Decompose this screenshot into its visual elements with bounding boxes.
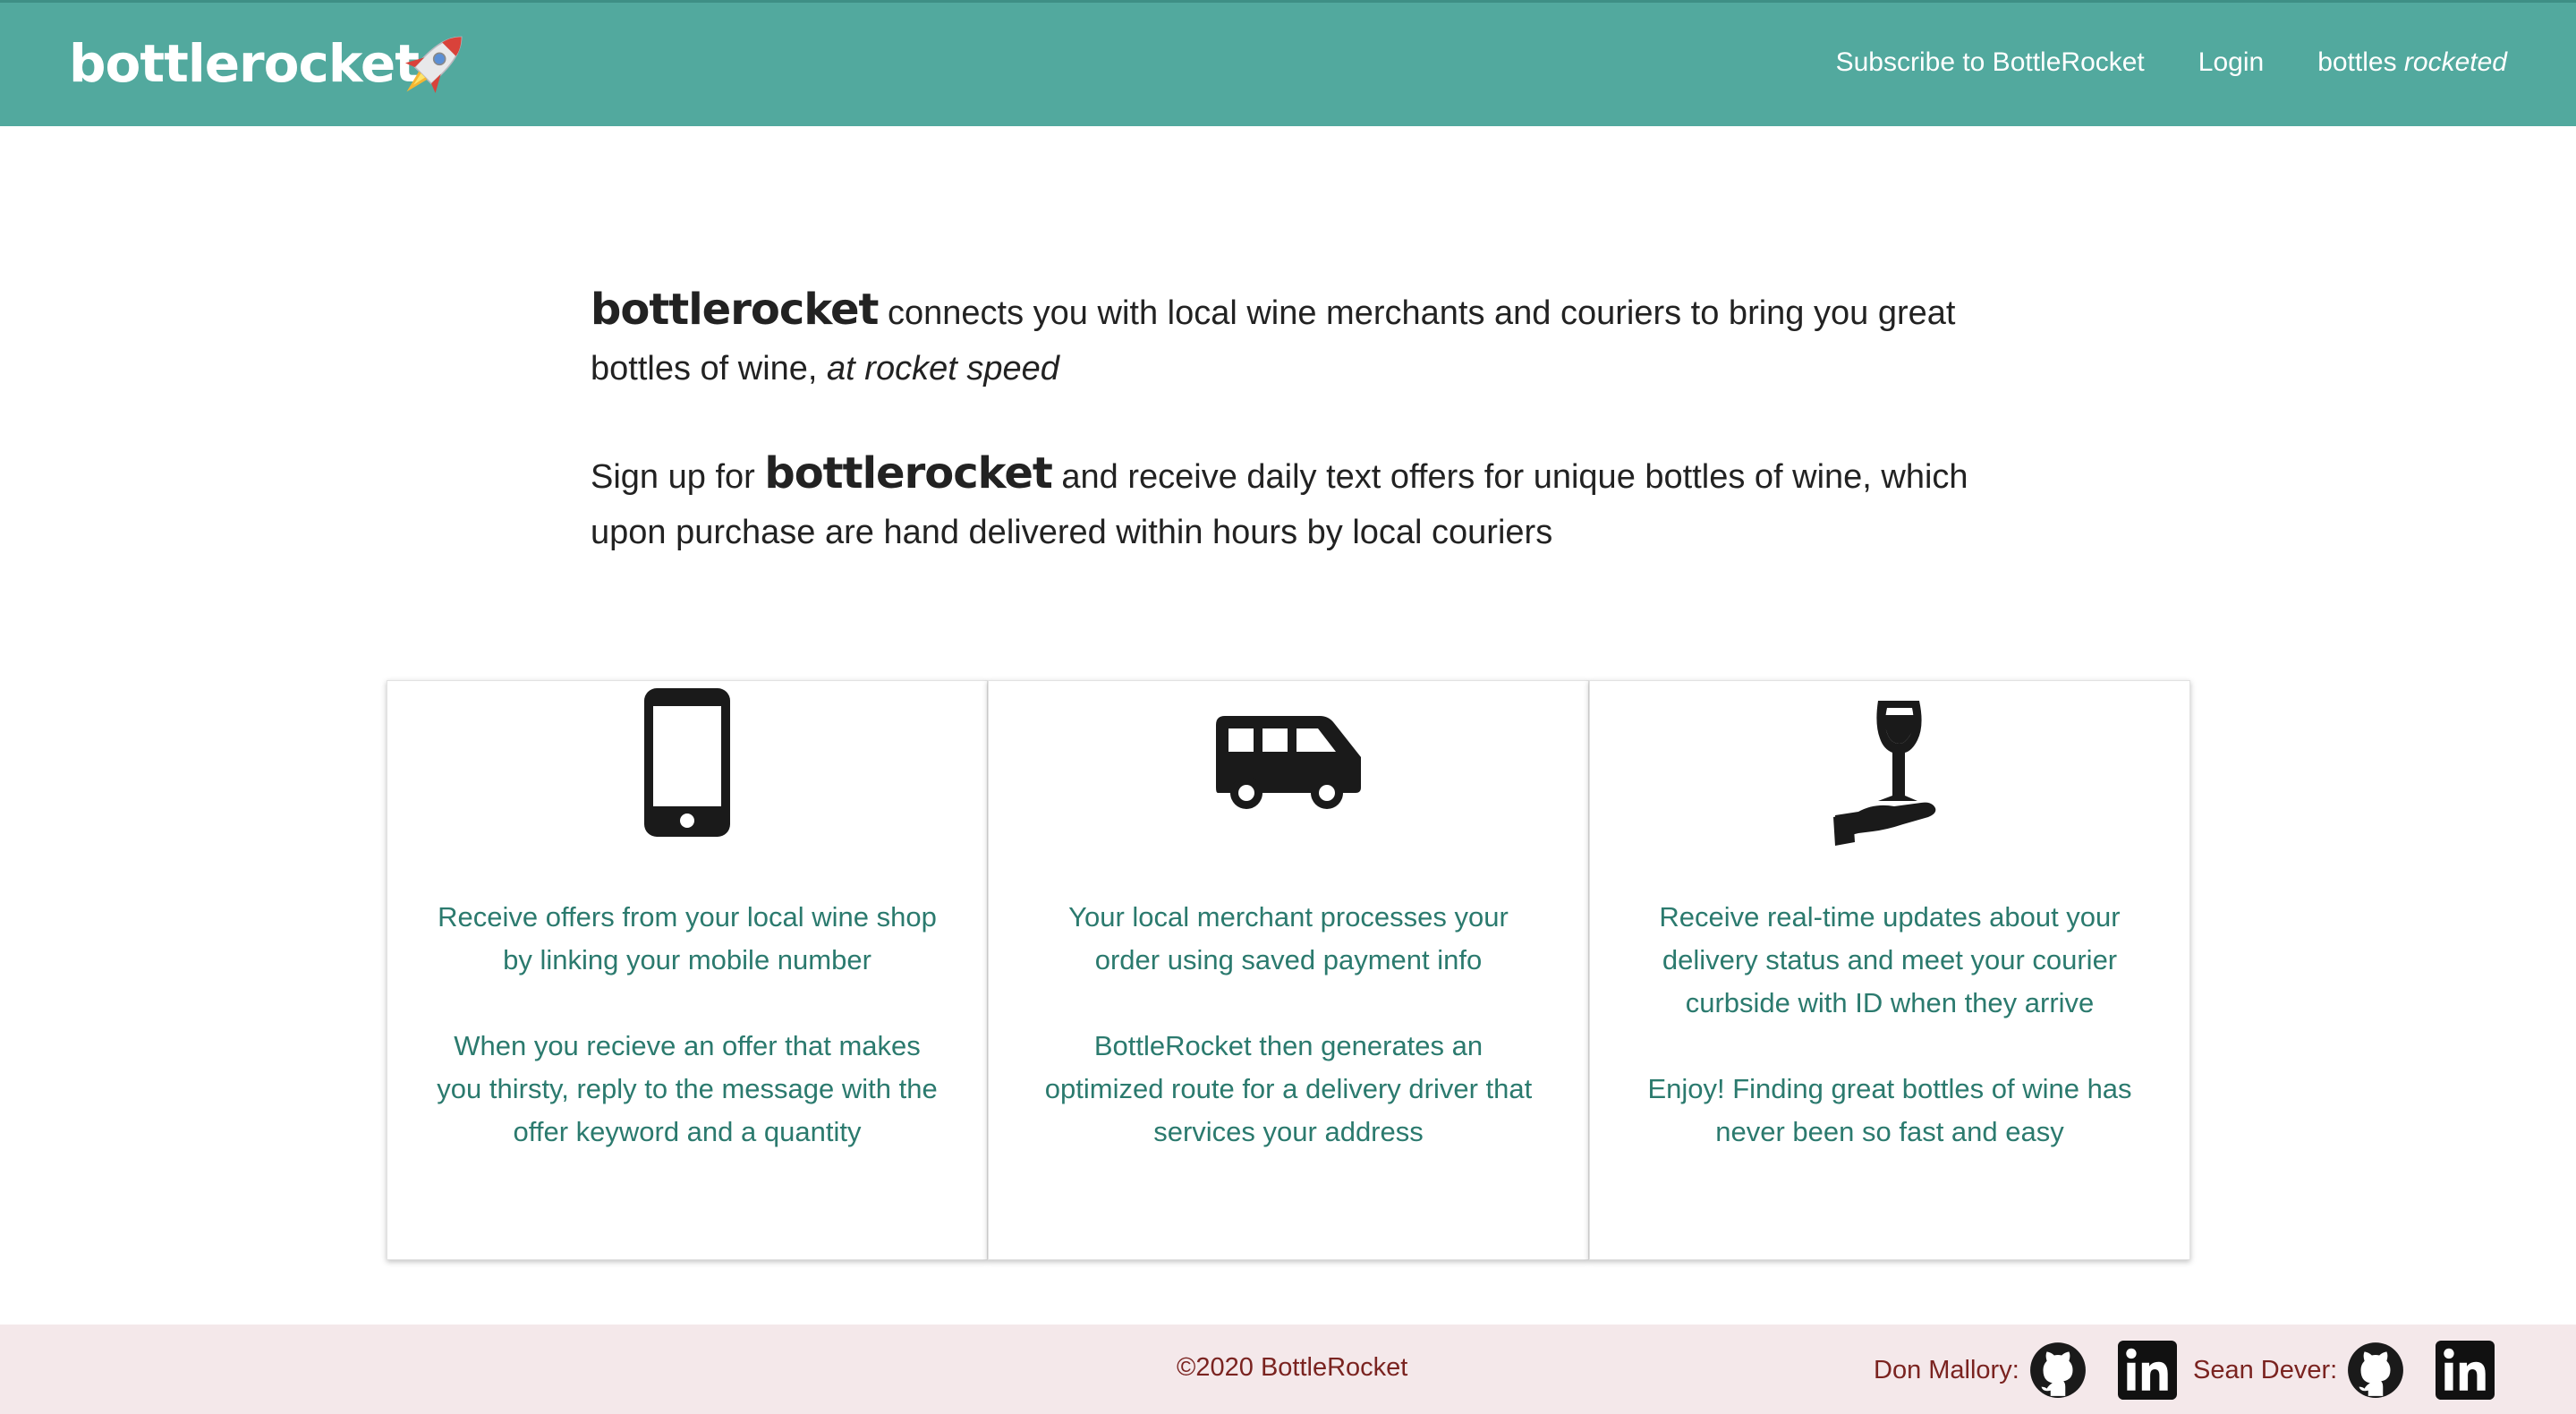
brand-logo-text[interactable]: bottlerocket xyxy=(69,33,420,94)
subscribe-link[interactable]: Subscribe to BottleRocket xyxy=(1836,47,2145,78)
card-3-paragraph-2: Enjoy! Finding great bottles of wine has… xyxy=(1647,1073,2132,1147)
intro-prefix-2: Sign up for xyxy=(591,458,765,496)
intro-brand-2: bottlerocket xyxy=(764,448,1052,498)
tagline-emphasis: rocketed xyxy=(2403,47,2507,77)
tagline-prefix: bottles xyxy=(2317,47,2404,77)
author-name: Sean Dever: xyxy=(2193,1355,2338,1384)
hand-wine-glass-icon xyxy=(1833,701,1936,846)
copyright: ©2020 BottleRocket xyxy=(1177,1353,1408,1382)
intro-paragraph-2: Sign up for bottlerocket and receive dai… xyxy=(591,446,1986,560)
feature-card-subscribe: Receive offers from your local wine shop… xyxy=(387,680,988,1260)
card-text-3: Receive real-time updates about your del… xyxy=(1635,896,2145,1197)
card-3-paragraph-1: Receive real-time updates about your del… xyxy=(1659,901,2121,1018)
delivery-van-icon xyxy=(1216,716,1361,809)
feature-card-merchant: Your local merchant processes your order… xyxy=(988,680,1589,1260)
nav-links: Subscribe to BottleRocket Login bottles … xyxy=(1836,47,2507,78)
card-2-paragraph-1: Your local merchant processes your order… xyxy=(1068,901,1509,975)
linkedin-icon[interactable] xyxy=(2117,1341,2177,1400)
card-1-paragraph-1: Receive offers from your local wine shop… xyxy=(438,901,937,975)
intro-brand: bottlerocket xyxy=(591,285,879,335)
feature-cards: Receive offers from your local wine shop… xyxy=(387,680,2190,1260)
rocket-icon[interactable] xyxy=(383,19,480,115)
login-link[interactable]: Login xyxy=(2198,47,2264,78)
author-don-mallory: Don Mallory: xyxy=(1874,1341,2177,1400)
card-2-paragraph-2: BottleRocket then generates an optimized… xyxy=(1044,1030,1533,1147)
author-name: Don Mallory: xyxy=(1874,1355,2019,1384)
github-icon[interactable] xyxy=(2346,1341,2405,1400)
card-text-1: Receive offers from your local wine shop… xyxy=(432,896,942,1197)
linkedin-icon[interactable] xyxy=(2436,1341,2495,1400)
card-1-paragraph-2: When you recieve an offer that makes you… xyxy=(437,1030,938,1147)
intro-emphasis: at rocket speed xyxy=(827,350,1059,388)
intro-paragraph-1: bottlerocket connects you with local win… xyxy=(591,282,1986,396)
github-icon[interactable] xyxy=(2028,1341,2087,1400)
navbar: bottlerocket Subscribe to BottleRocket L… xyxy=(0,0,2576,126)
card-text-2: Your local merchant processes your order… xyxy=(1033,896,1543,1197)
feature-card-delivery: Receive real-time updates about your del… xyxy=(1589,680,2190,1260)
bottles-rocketed-link[interactable]: bottles rocketed xyxy=(2317,47,2507,78)
intro-section: bottlerocket connects you with local win… xyxy=(591,282,1986,609)
footer: ©2020 BottleRocket Don Mallory: Sean Dev… xyxy=(0,1325,2576,1414)
mobile-phone-icon xyxy=(644,688,730,837)
author-sean-dever: Sean Dever: xyxy=(2193,1341,2495,1400)
